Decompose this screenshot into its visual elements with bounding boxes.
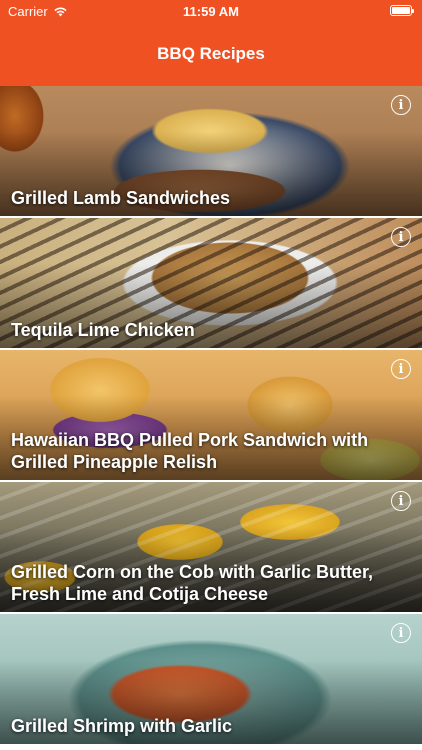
info-icon[interactable]: i	[391, 491, 411, 511]
nav-bar: BBQ Recipes	[0, 22, 422, 86]
status-bar: Carrier 11:59 AM	[0, 0, 422, 22]
recipe-title: Grilled Corn on the Cob with Garlic Butt…	[11, 562, 374, 604]
recipe-title: Grilled Lamb Sandwiches	[11, 188, 231, 208]
info-icon[interactable]: i	[391, 227, 411, 247]
info-icon[interactable]: i	[391, 359, 411, 379]
recipe-title: Grilled Shrimp with Garlic	[11, 716, 233, 736]
recipe-title: Tequila Lime Chicken	[11, 320, 195, 340]
recipe-cell[interactable]: i Grilled Lamb Sandwiches	[0, 86, 422, 218]
recipe-title: Hawaiian BBQ Pulled Pork Sandwich with G…	[11, 430, 369, 472]
info-icon[interactable]: i	[391, 623, 411, 643]
recipe-cell[interactable]: i Grilled Corn on the Cob with Garlic Bu…	[0, 482, 422, 614]
recipe-cell[interactable]: i Grilled Shrimp with Garlic	[0, 614, 422, 746]
page-title: BBQ Recipes	[157, 44, 265, 63]
recipe-list[interactable]: i Grilled Lamb Sandwiches i Tequila Lime…	[0, 86, 422, 750]
info-icon[interactable]: i	[391, 95, 411, 115]
battery-level	[392, 7, 410, 14]
status-time: 11:59 AM	[183, 4, 239, 19]
recipe-cell[interactable]: i Hawaiian BBQ Pulled Pork Sandwich with…	[0, 350, 422, 482]
battery-icon	[390, 5, 414, 16]
recipe-cell[interactable]: i Tequila Lime Chicken	[0, 218, 422, 350]
